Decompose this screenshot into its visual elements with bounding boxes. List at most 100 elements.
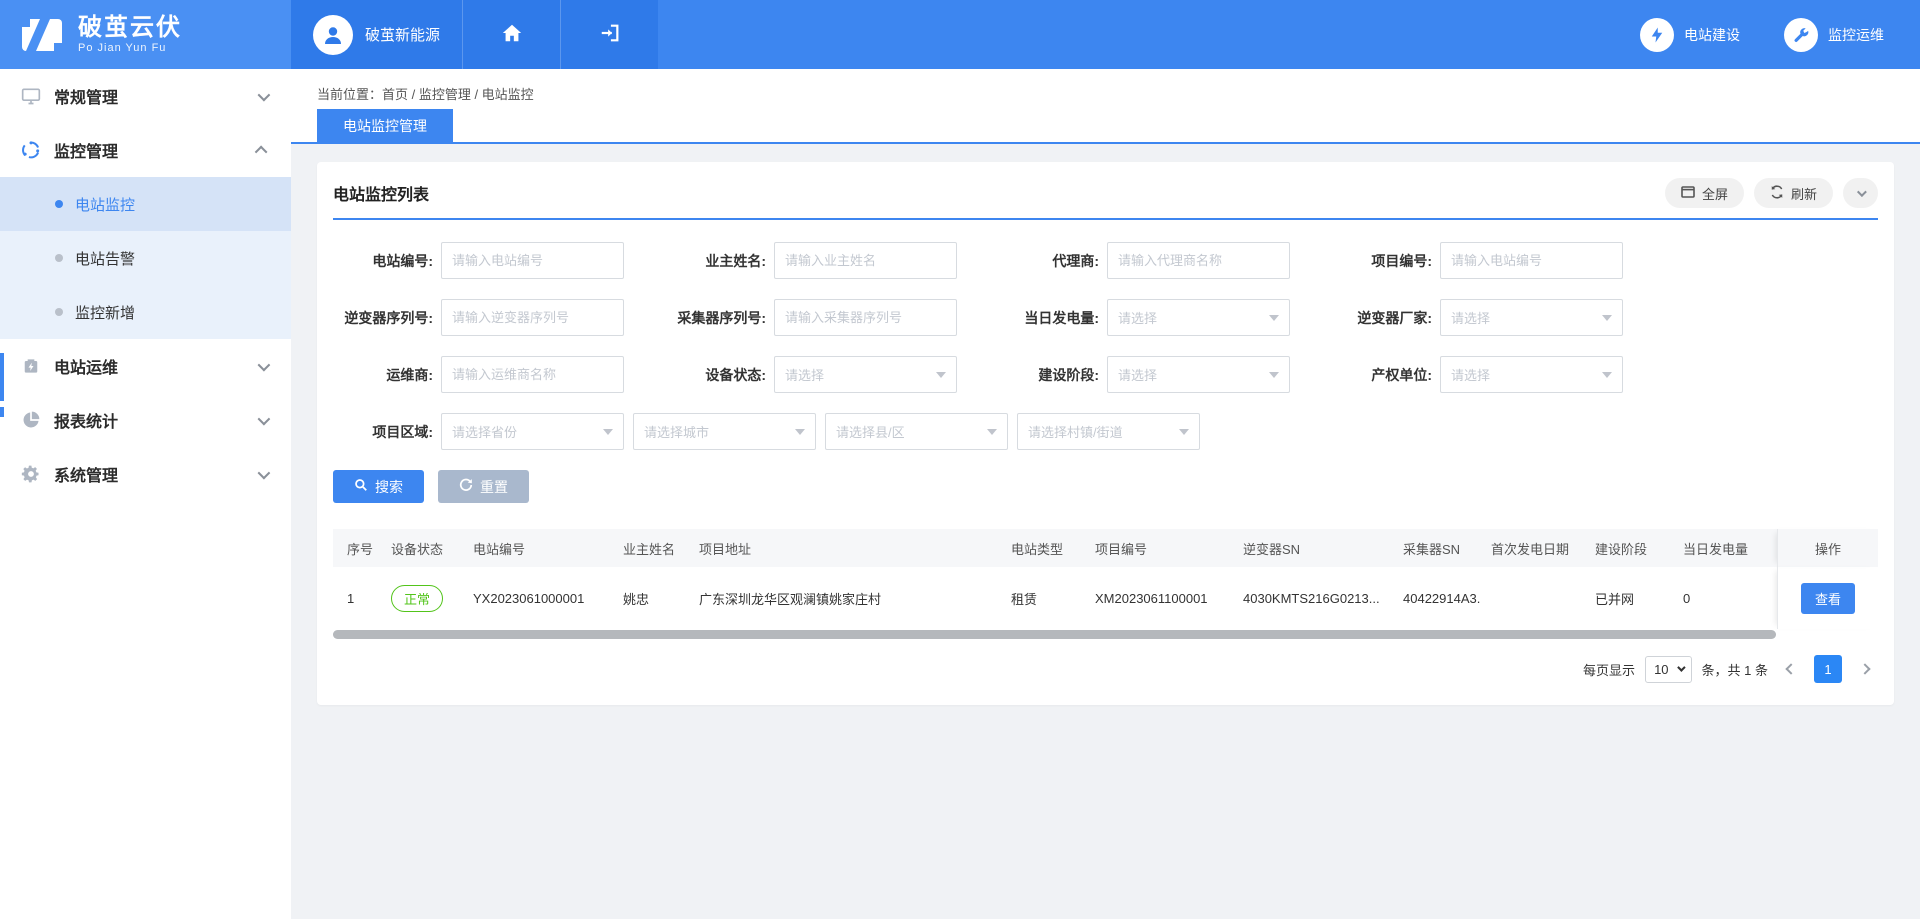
- sidebar-item-general[interactable]: 常规管理: [0, 69, 291, 123]
- gear-icon: [20, 464, 42, 484]
- fullscreen-icon: [1681, 186, 1695, 201]
- sidebar-subitem-label: 监控新增: [75, 302, 135, 323]
- project-no-input[interactable]: [1440, 242, 1623, 279]
- scrollbar-thumb[interactable]: [333, 630, 1776, 639]
- station-no-input[interactable]: [441, 242, 624, 279]
- chevron-down-icon: [258, 466, 271, 479]
- property-unit-select[interactable]: 请选择: [1440, 356, 1623, 393]
- search-button[interactable]: 搜索: [333, 470, 424, 503]
- view-button[interactable]: 查看: [1801, 583, 1855, 614]
- col-collector-sn: 采集器SN: [1393, 539, 1481, 558]
- brand-subtitle: Po Jian Yun Fu: [78, 42, 182, 54]
- breadcrumb-label: 当前位置：: [317, 87, 382, 102]
- next-page-button[interactable]: [1852, 656, 1878, 682]
- sidebar-item-label: 常规管理: [54, 84, 258, 108]
- sidebar-item-system[interactable]: 系统管理: [0, 447, 291, 501]
- county-select[interactable]: 请选择县/区: [825, 413, 1008, 450]
- col-inverter-sn: 逆变器SN: [1233, 539, 1393, 558]
- nav-station-build-label: 电站建设: [1684, 25, 1740, 45]
- dot-icon: [55, 308, 63, 316]
- reset-button-label: 重置: [480, 477, 508, 497]
- reset-button[interactable]: 重置: [438, 470, 529, 503]
- field-label: 采集器序列号:: [666, 308, 774, 328]
- table-row: 1 正常 YX2023061000001 姚忠 广东深圳龙华区观澜镇姚家庄村 租…: [333, 567, 1878, 629]
- cell-collector-sn: 40422914A3...: [1393, 591, 1481, 606]
- device-status-select[interactable]: 请选择: [774, 356, 957, 393]
- province-select[interactable]: 请选择省份: [441, 413, 624, 450]
- inverter-vendor-select[interactable]: 请选择: [1440, 299, 1623, 336]
- caret-down-icon: [936, 372, 946, 378]
- per-page-label: 每页显示: [1583, 660, 1635, 679]
- tab-bar: 电站监控管理: [291, 109, 1920, 144]
- brand-logo-icon: [20, 13, 64, 57]
- avatar: [313, 15, 353, 55]
- table-header-row: 序号 设备状态 电站编号 业主姓名 项目地址 电站类型 项目编号 逆变器SN 采…: [333, 529, 1878, 567]
- station-monitor-card: 电站监控列表 全屏: [317, 162, 1894, 705]
- network-icon: [20, 140, 42, 160]
- caret-down-icon: [1677, 663, 1685, 671]
- lightning-icon: [1640, 18, 1674, 52]
- agent-input[interactable]: [1107, 242, 1290, 279]
- operator-input[interactable]: [441, 356, 624, 393]
- field-label: 运维商:: [333, 365, 441, 385]
- cell-action: 查看: [1777, 567, 1878, 629]
- topbar-user-section: 破茧新能源: [291, 0, 658, 69]
- filter-form: 电站编号: 业主姓名: 代理商:: [333, 242, 1878, 450]
- sidebar-scrollbar[interactable]: [0, 353, 4, 401]
- refresh-button[interactable]: 刷新: [1754, 178, 1833, 208]
- per-page-select[interactable]: 10: [1645, 656, 1691, 683]
- field-label: 当日发电量:: [999, 308, 1107, 328]
- horizontal-scrollbar[interactable]: [333, 630, 1776, 639]
- collector-sn-input[interactable]: [774, 299, 957, 336]
- brand-title: 破茧云伏: [78, 15, 182, 41]
- nav-station-build[interactable]: 电站建设: [1640, 18, 1740, 52]
- caret-down-icon: [795, 429, 805, 435]
- field-label: 代理商:: [999, 251, 1107, 271]
- build-stage-select[interactable]: 请选择: [1107, 356, 1290, 393]
- field-label: 逆变器序列号:: [333, 308, 441, 328]
- sidebar-submenu: 电站监控 电站告警 监控新增: [0, 177, 291, 339]
- field-label: 逆变器厂家:: [1332, 308, 1440, 328]
- sidebar-subitem-station-alarm[interactable]: 电站告警: [0, 231, 291, 285]
- prev-page-button[interactable]: [1778, 656, 1804, 682]
- home-button[interactable]: [462, 0, 560, 69]
- nav-monitor-ops[interactable]: 监控运维: [1784, 18, 1884, 52]
- user-name: 破茧新能源: [365, 24, 440, 45]
- cell-project-no: XM2023061100001: [1085, 591, 1233, 606]
- sidebar-subitem-monitor-add[interactable]: 监控新增: [0, 285, 291, 339]
- field-label: 电站编号:: [333, 251, 441, 271]
- field-label: 产权单位:: [1332, 365, 1440, 385]
- sidebar-item-label: 系统管理: [54, 462, 258, 486]
- page-number-button[interactable]: 1: [1814, 655, 1842, 683]
- city-select[interactable]: 请选择城市: [633, 413, 816, 450]
- caret-down-icon: [1179, 429, 1189, 435]
- chevron-down-icon: [258, 412, 271, 425]
- sidebar-item-reports[interactable]: 报表统计: [0, 393, 291, 447]
- home-icon: [501, 22, 523, 47]
- main-area: 当前位置：首页 / 监控管理 / 电站监控 电站监控管理 电站监控列表: [291, 69, 1920, 919]
- col-owner: 业主姓名: [613, 539, 689, 558]
- collapse-button[interactable]: [1843, 178, 1878, 208]
- sidebar-item-station-ops[interactable]: 电站运维: [0, 339, 291, 393]
- owner-name-input[interactable]: [774, 242, 957, 279]
- sidebar-item-label: 电站运维: [54, 354, 258, 378]
- cell-owner: 姚忠: [613, 589, 689, 608]
- sidebar: 常规管理 监控管理: [0, 69, 291, 919]
- status-badge: 正常: [391, 585, 443, 612]
- col-first-power: 首次发电日期: [1481, 539, 1585, 558]
- field-label: 业主姓名:: [666, 251, 774, 271]
- user-menu[interactable]: 破茧新能源: [291, 0, 462, 69]
- inverter-sn-input[interactable]: [441, 299, 624, 336]
- town-select[interactable]: 请选择村镇/街道: [1017, 413, 1200, 450]
- sidebar-subitem-label: 电站告警: [75, 248, 135, 269]
- sidebar-item-monitor[interactable]: 监控管理: [0, 123, 291, 177]
- logout-button[interactable]: [560, 0, 658, 69]
- sidebar-subitem-station-monitor[interactable]: 电站监控: [0, 177, 291, 231]
- reset-icon: [459, 478, 473, 495]
- sidebar-scrollbar[interactable]: [0, 407, 4, 417]
- breadcrumb-path: 首页 / 监控管理 / 电站监控: [382, 87, 534, 102]
- card-header: 电站监控列表 全屏: [333, 162, 1878, 220]
- daily-power-select[interactable]: 请选择: [1107, 299, 1290, 336]
- fullscreen-button[interactable]: 全屏: [1665, 178, 1744, 208]
- tab-station-monitor-mgmt[interactable]: 电站监控管理: [317, 109, 453, 142]
